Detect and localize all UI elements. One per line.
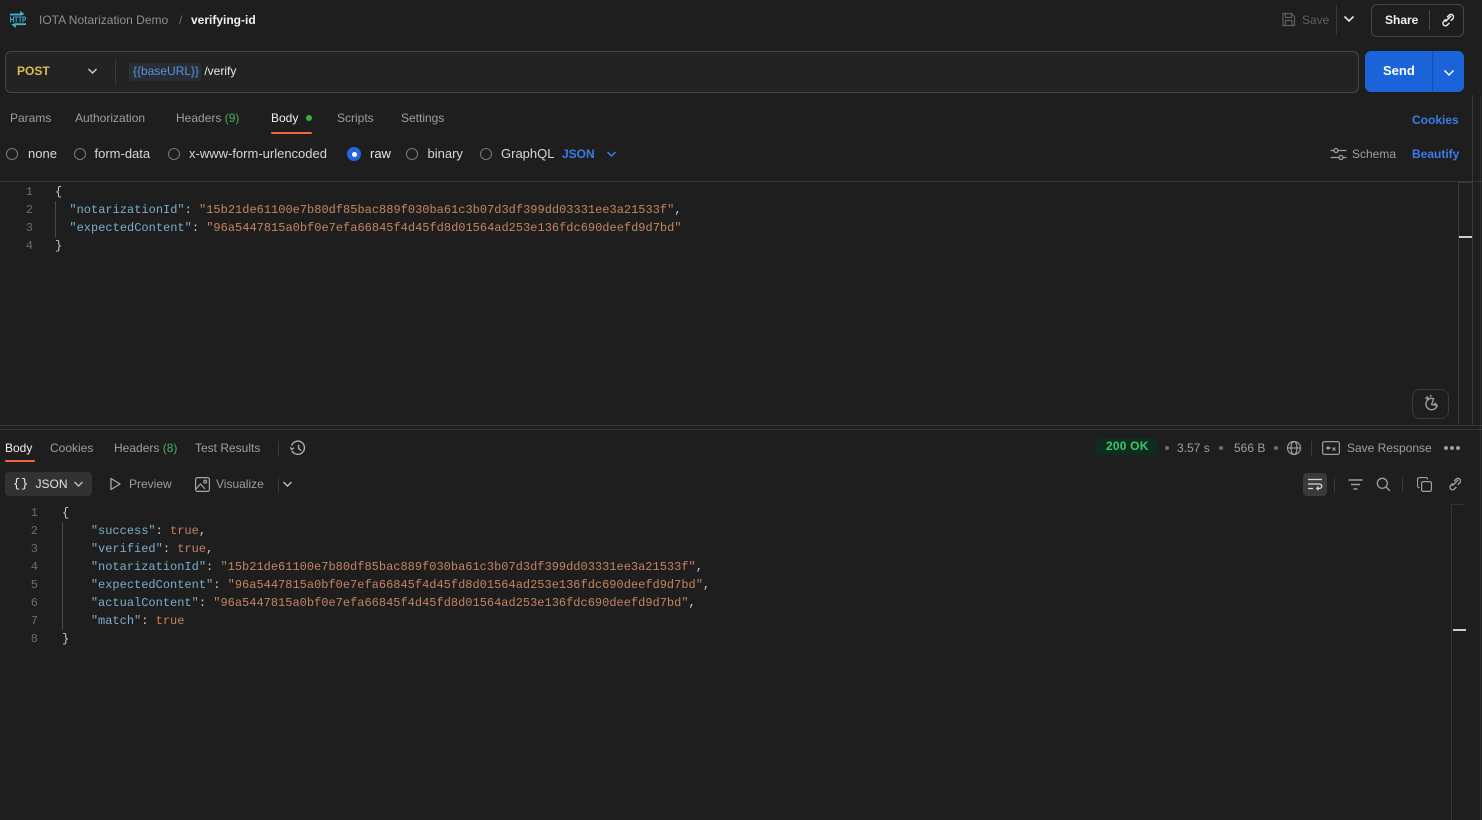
svg-text:HTTP: HTTP: [10, 16, 27, 25]
